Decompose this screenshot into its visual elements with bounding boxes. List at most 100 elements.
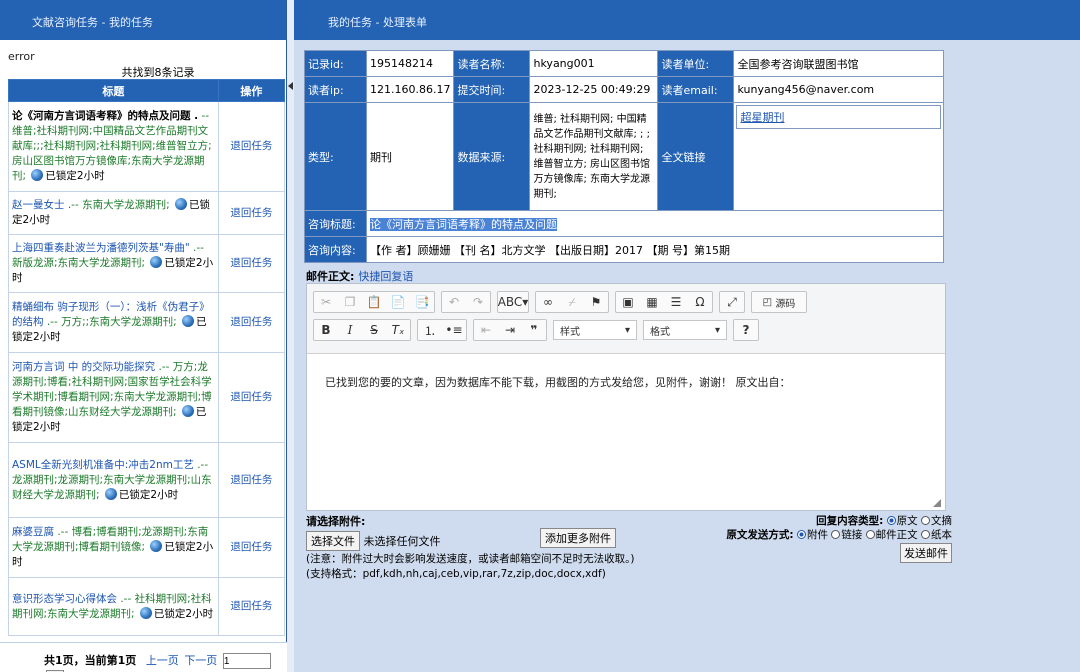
task-title-link[interactable]: 赵一曼女士 <box>12 199 65 211</box>
send-mode-paper-radio[interactable] <box>921 530 930 539</box>
remove-format-icon[interactable]: Tₓ <box>386 320 410 340</box>
reply-type-label: 回复内容类型: <box>816 515 884 527</box>
send-email-button[interactable]: 发送邮件 <box>900 543 952 563</box>
submit-time-label: 提交时间: <box>453 76 531 103</box>
lock-status: 已锁定2小时 <box>45 170 105 182</box>
reply-type-abstract-radio[interactable] <box>921 516 930 525</box>
table-row: 河南方言词 中 的交际功能探究 .-- 万方;龙源期刊;博看;社科期刊网;国家哲… <box>8 352 286 443</box>
reply-type-original-radio[interactable] <box>886 516 896 525</box>
task-title-link[interactable]: 意识形态学习心得体会 <box>12 593 117 605</box>
splitter[interactable] <box>287 0 294 672</box>
horizontal-line-icon[interactable]: ☰ <box>664 292 688 312</box>
fulltext-label: 全文链接 <box>657 102 735 211</box>
task-list-panel: 文献咨询任务 - 我的任务 error 共找到8条记录 标题 操作 论《河南方言… <box>0 0 287 672</box>
globe-icon <box>150 256 163 268</box>
task-title-cell: 河南方言词 中 的交际功能探究 .-- 万方;龙源期刊;博看;社科期刊网;国家哲… <box>8 352 219 443</box>
globe-icon <box>139 606 152 619</box>
reader-email-value: kunyang456@naver.com <box>733 76 944 103</box>
reader-name-label: 读者名称: <box>453 50 531 77</box>
format-select[interactable]: 格式 ▾ <box>643 320 727 340</box>
task-title-link[interactable]: 上海四重奏赴波兰为潘德列茨基"寿曲" <box>12 242 190 254</box>
lock-status: 已锁定2小时 <box>118 488 179 501</box>
info-form: 记录id: 195148214 读者名称: hkyang001 读者单位: 全国… <box>304 50 944 263</box>
bold-icon[interactable]: B <box>314 320 338 340</box>
table-row: 麻婆豆腐 .-- 博看;博看期刊;龙源期刊;东南大学龙源期刊;博看期刊镜像; 已… <box>8 517 286 578</box>
maximize-icon[interactable]: ⤢ <box>720 292 744 312</box>
add-more-attachments-button[interactable]: 添加更多附件 <box>540 528 616 548</box>
reader-ip-label: 读者ip: <box>304 76 367 103</box>
outdent-icon[interactable]: ⇤ <box>474 320 498 340</box>
strike-icon[interactable]: S <box>362 320 386 340</box>
anchor-flag-icon[interactable]: ⚑ <box>584 292 608 312</box>
record-count: 共找到8条记录 <box>121 66 195 79</box>
prev-page-link[interactable]: 上一页 <box>146 654 179 667</box>
form-panel: 我的任务 - 处理表单 记录id: 195148214 读者名称: hkyang… <box>294 0 1080 672</box>
unlink-icon[interactable]: ⌿ <box>560 292 584 312</box>
source-value: 维普; 社科期刊网; 中国精品文艺作品期刊文献库; ; ; 社科期刊网; 社科期… <box>529 102 659 211</box>
send-mode-attachment-radio[interactable] <box>796 530 806 539</box>
style-select[interactable]: 样式 ▾ <box>553 320 637 340</box>
collapse-arrow-icon[interactable] <box>288 82 293 90</box>
indent-icon[interactable]: ⇥ <box>498 320 522 340</box>
cut-icon[interactable]: ✂ <box>314 292 338 312</box>
redo-icon[interactable]: ↷ <box>466 292 490 312</box>
task-title-cell: 意识形态学习心得体会 .-- 社科期刊网;社科期刊网;东南大学龙源期刊; 已锁定… <box>8 577 219 636</box>
return-task-link[interactable]: 退回任务 <box>217 191 286 235</box>
next-page-link[interactable]: 下一页 <box>184 654 217 667</box>
numbered-list-icon[interactable]: ⒈ <box>418 320 442 340</box>
col-op: 操作 <box>217 79 286 102</box>
task-source: .-- 东南大学龙源期刊; <box>67 199 170 211</box>
return-task-link[interactable]: 退回任务 <box>217 101 286 192</box>
subject-cell: 论《河南方言词语考释》的特点及问题 <box>366 210 944 237</box>
paste-icon[interactable]: 📋 <box>362 292 386 312</box>
editor-content[interactable]: 已找到您的要的文章，因为数据库不能下载，用截图的方式发给您，见附件，谢谢！ 原文… <box>307 354 945 410</box>
task-title-cell: ASML全新光刻机准备中:冲击2nm工艺 .-- 龙源期刊;龙源期刊;东南大学龙… <box>8 442 219 518</box>
globe-icon <box>150 540 163 552</box>
subject-value[interactable]: 论《河南方言词语考释》的特点及问题 <box>370 217 557 231</box>
editor-toolbar: ✂ ❐ 📋 📄 📑 ↶ ↷ ABC▾ ∞ ⌿ ⚑ ▣ ▦ ☰ Ω ⤢ ◰ 源码 … <box>307 284 945 354</box>
fulltext-link[interactable]: 超星期刊 <box>740 111 784 124</box>
return-task-link[interactable]: 退回任务 <box>217 292 286 353</box>
spellcheck-icon[interactable]: ABC▾ <box>498 292 529 312</box>
reader-email-label: 读者email: <box>657 76 735 103</box>
paste-text-icon[interactable]: 📄 <box>386 292 410 312</box>
image-icon[interactable]: ▣ <box>616 292 640 312</box>
undo-icon[interactable]: ↶ <box>442 292 466 312</box>
return-task-link[interactable]: 退回任务 <box>217 517 286 578</box>
help-icon[interactable]: ? <box>734 320 758 340</box>
send-mode-body-radio[interactable] <box>865 530 875 539</box>
task-title-cell: 赵一曼女士 .-- 东南大学龙源期刊; 已锁定2小时 <box>8 191 219 235</box>
task-title-link[interactable]: ASML全新光刻机准备中:冲击2nm工艺 <box>12 459 194 471</box>
return-task-link[interactable]: 退回任务 <box>217 442 286 518</box>
choose-file-button[interactable]: 选择文件 <box>306 531 360 551</box>
task-title-link[interactable]: 论《河南方言词语考释》的特点及问题 . <box>12 110 198 122</box>
resize-handle-icon[interactable] <box>933 499 941 507</box>
content-value: 【作 者】顾姗姗 【刊 名】北方文学 【出版日期】2017 【期 号】第15期 <box>366 236 944 263</box>
table-icon[interactable]: ▦ <box>640 292 664 312</box>
italic-icon[interactable]: I <box>338 320 362 340</box>
quick-reply-link[interactable]: 快捷回复语 <box>358 270 413 283</box>
table-row: 论《河南方言词语考释》的特点及问题 . -- 维普;社科期刊网;中国精品文艺作品… <box>8 101 286 192</box>
send-mode-link-radio[interactable] <box>831 530 841 539</box>
copy-icon[interactable]: ❐ <box>338 292 362 312</box>
type-value: 期刊 <box>365 102 455 211</box>
source-button[interactable]: ◰ 源码 <box>752 292 806 312</box>
page-number-input[interactable] <box>222 653 271 669</box>
return-task-link[interactable]: 退回任务 <box>217 352 286 443</box>
task-title-link[interactable]: 麻婆豆腐 <box>12 526 54 538</box>
chevron-down-icon: ▾ <box>714 324 720 336</box>
table-row: ASML全新光刻机准备中:冲击2nm工艺 .-- 龙源期刊;龙源期刊;东南大学龙… <box>8 442 286 518</box>
paste-word-icon[interactable]: 📑 <box>410 292 434 312</box>
bulleted-list-icon[interactable]: •≡ <box>442 320 466 340</box>
table-row: 意识形态学习心得体会 .-- 社科期刊网;社科期刊网;东南大学龙源期刊; 已锁定… <box>8 577 286 636</box>
special-char-icon[interactable]: Ω <box>688 292 712 312</box>
blockquote-icon[interactable]: ❞ <box>522 320 546 340</box>
record-id-value: 195148214 <box>365 50 455 77</box>
fulltext-cell: 超星期刊 <box>733 102 944 211</box>
link-icon[interactable]: ∞ <box>536 292 560 312</box>
col-title: 标题 <box>8 79 219 102</box>
info-table: 记录id: 195148214 读者名称: hkyang001 读者单位: 全国… <box>304 50 944 263</box>
return-task-link[interactable]: 退回任务 <box>217 577 286 636</box>
task-title-link[interactable]: 河南方言词 中 的交际功能探究 <box>12 361 155 373</box>
return-task-link[interactable]: 退回任务 <box>217 234 286 293</box>
